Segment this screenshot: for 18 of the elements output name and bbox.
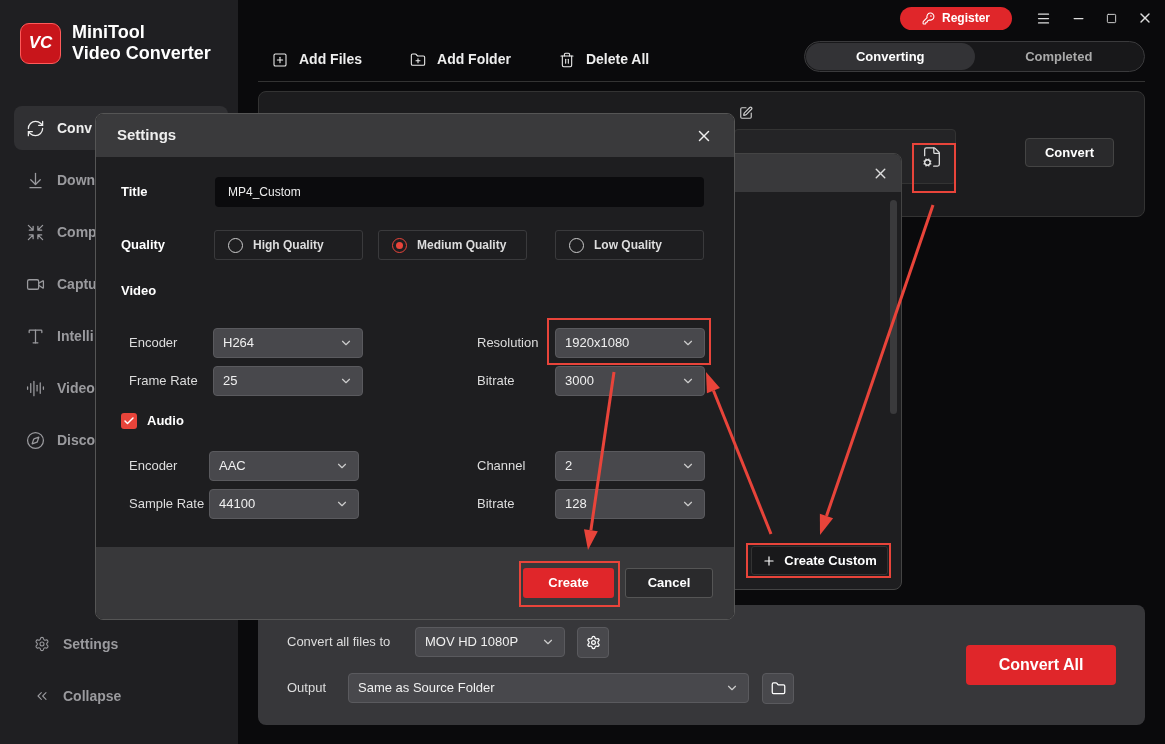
field-label: Resolution [477,334,540,353]
app-name: Video Converter [72,43,211,64]
field-label: Sample Rate [129,495,206,514]
section-label: Video [121,282,158,300]
field-label: Encoder [129,457,179,476]
quality-label: Quality [121,236,167,255]
convert-label: Convert all files to [287,633,392,652]
field-label: Encoder [129,334,179,353]
field-label: Bitrate [477,495,516,514]
output-label: Output [287,679,328,698]
title-label: Title [121,183,149,202]
section-label: Audio [147,412,184,431]
field-label: Channel [477,457,527,476]
app-logo: VC [20,22,61,64]
field-label: Bitrate [477,372,516,391]
app-name: MiniTool [72,22,146,43]
dialog-title: Settings [117,125,177,146]
field-label: Frame Rate [129,372,199,391]
